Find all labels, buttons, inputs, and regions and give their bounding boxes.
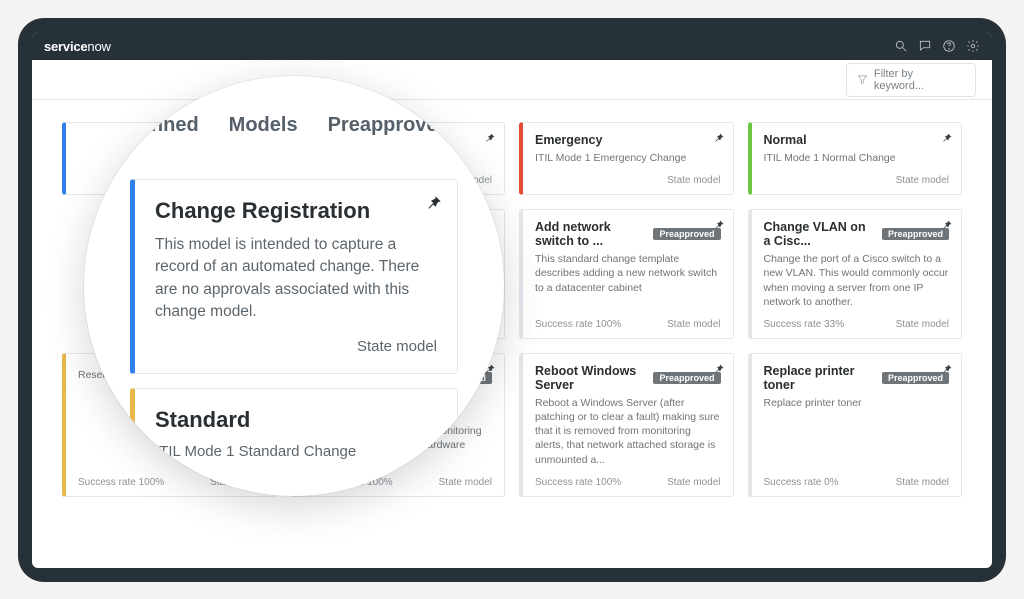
card-change-vlan[interactable]: Change VLAN on a Cisc... Preapproved Chan… xyxy=(748,209,963,339)
card-sub: Reboot a Windows Server (after patching … xyxy=(535,396,721,467)
card-footer-r: State model xyxy=(667,175,720,186)
badge-preapproved: Preapproved xyxy=(882,228,949,240)
toolbar: Filter by keyword... xyxy=(32,60,992,100)
device-frame: servicenow Filter by keyword... State mo… xyxy=(18,18,1006,582)
badge-preapproved: Preapproved xyxy=(653,372,720,384)
tab-models[interactable]: Models xyxy=(227,108,300,153)
card-footer-r: State model xyxy=(667,319,720,330)
card-sub: Change the port of a Cisco switch to a n… xyxy=(764,252,950,309)
card-footer-r: State model xyxy=(896,319,949,330)
chat-icon[interactable] xyxy=(918,39,932,53)
zoom-card-title: Standard xyxy=(155,407,437,433)
card-sub: ITIL Mode 1 Emergency Change xyxy=(535,151,721,165)
pin-icon[interactable] xyxy=(425,194,443,212)
zoom-card-sub: ITIL Mode 1 Standard Change xyxy=(155,443,437,460)
search-icon[interactable] xyxy=(894,39,908,53)
card-footer-l: Success rate 100% xyxy=(535,477,621,488)
card-title: Reboot Windows Server xyxy=(535,364,647,392)
card-footer-r: State model xyxy=(896,477,949,488)
card-title: Add network switch to ... xyxy=(535,220,647,248)
pin-icon[interactable] xyxy=(484,131,496,143)
card-emergency[interactable]: Emergency ITIL Mode 1 Emergency Change S… xyxy=(519,122,734,195)
help-icon[interactable] xyxy=(942,39,956,53)
card-title: Replace printer toner xyxy=(764,364,876,392)
funnel-icon xyxy=(857,74,868,85)
card-sub: This standard change template describes … xyxy=(535,252,721,295)
badge-preapproved: Preapproved xyxy=(653,228,720,240)
zoom-card-standard[interactable]: Standard ITIL Mode 1 Standard Change xyxy=(130,388,458,496)
brand-part-a: service xyxy=(44,39,87,54)
zoom-card-change-registration[interactable]: Change Registration This model is intend… xyxy=(130,179,458,374)
card-footer-r: State model xyxy=(896,175,949,186)
badge-preapproved: Preapproved xyxy=(882,372,949,384)
zoom-card-title: Change Registration xyxy=(155,198,437,224)
brand-part-b: now xyxy=(87,39,110,54)
topbar-icons xyxy=(894,39,980,53)
card-footer-l: Success rate 100% xyxy=(535,319,621,330)
zoom-card-state: State model xyxy=(155,338,437,355)
screen: servicenow Filter by keyword... State mo… xyxy=(32,32,992,568)
card-toner[interactable]: Replace printer toner Preapproved Replace… xyxy=(748,353,963,497)
card-add-switch[interactable]: Add network switch to ... Preapproved Thi… xyxy=(519,209,734,339)
card-title: Change VLAN on a Cisc... xyxy=(764,220,876,248)
pin-icon[interactable] xyxy=(941,131,953,143)
card-footer-r: State model xyxy=(667,477,720,488)
brand-logo: servicenow xyxy=(44,39,111,54)
pin-icon[interactable] xyxy=(941,218,953,230)
card-footer-l: Success rate 33% xyxy=(764,319,845,330)
filter-placeholder: Filter by keyword... xyxy=(874,68,965,92)
gear-icon[interactable] xyxy=(966,39,980,53)
pin-icon[interactable] xyxy=(941,362,953,374)
card-sub: ITIL Mode 1 Normal Change xyxy=(764,151,950,165)
card-reboot[interactable]: Reboot Windows Server Preapproved Reboot … xyxy=(519,353,734,497)
card-normal[interactable]: Normal ITIL Mode 1 Normal Change State m… xyxy=(748,122,963,195)
card-footer-l: Success rate 0% xyxy=(764,477,839,488)
pin-icon[interactable] xyxy=(713,131,725,143)
pin-icon[interactable] xyxy=(713,362,725,374)
card-sub: Replace printer toner xyxy=(764,396,950,410)
card-title: Emergency xyxy=(535,133,721,147)
card-title: Normal xyxy=(764,133,950,147)
topbar: servicenow xyxy=(32,32,992,60)
zoom-lens: Pinned Models Preapproved All Change Reg… xyxy=(84,76,504,496)
zoom-card-desc: This model is intended to capture a reco… xyxy=(155,234,437,324)
filter-input[interactable]: Filter by keyword... xyxy=(846,63,976,97)
tabs: Pinned Models Preapproved All xyxy=(130,108,458,153)
pin-icon[interactable] xyxy=(713,218,725,230)
